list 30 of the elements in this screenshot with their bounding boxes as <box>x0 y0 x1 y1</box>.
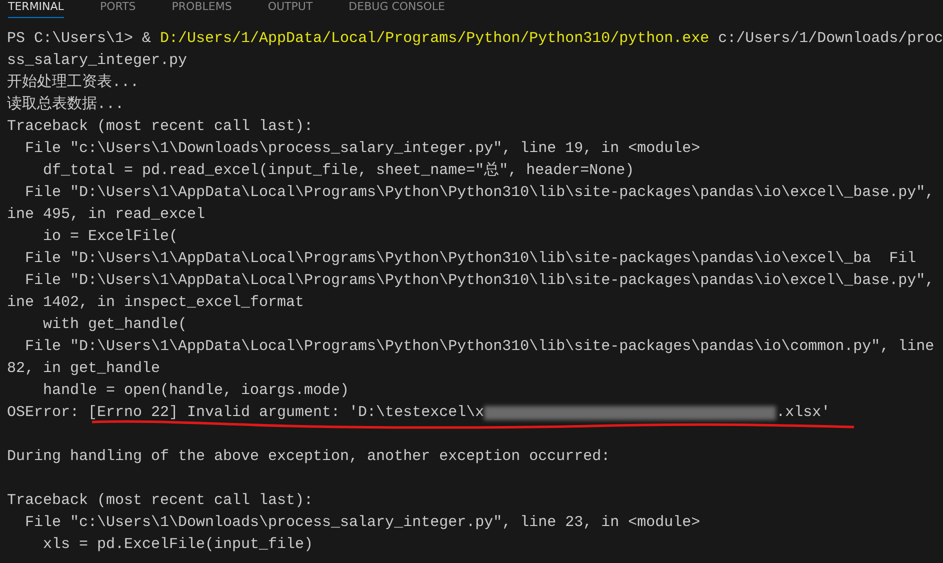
panel-tab[interactable]: TERMINAL <box>8 0 64 18</box>
terminal-line: 82, in get_handle <box>7 359 160 379</box>
terminal-line: File "D:\Users\1\AppData\Local\Programs\Python\Python310\lib\site-packages\pandas\io\excel\_ba Fil <box>24 249 916 269</box>
terminal-line: ss_salary_integer.py <box>7 51 188 71</box>
panel-tab[interactable]: PORTS <box>100 0 136 17</box>
terminal-line: 开始处理工资表... <box>7 72 140 93</box>
terminal-line: File "c:\Users\1\Downloads\process_salary_integer.py", line 19, in <module> <box>24 139 700 159</box>
terminal-line: io = ExcelFile( <box>42 227 178 247</box>
error-text: OSError: [Errno 22] Invalid argument: 'D:\testexcel\x <box>7 403 484 423</box>
terminal-prompt: PS C:\Users\1> & <box>7 29 152 49</box>
terminal-line: File "D:\Users\1\AppData\Local\Programs\Python\Python310\lib\site-packages\pandas\io\excel\_base.py", <box>24 271 934 291</box>
terminal-line: Traceback (most recent call last): <box>7 491 314 511</box>
terminal-line: Traceback (most recent call last): <box>7 117 314 137</box>
terminal-line: handle = open(handle, ioargs.mode) <box>42 381 350 401</box>
panel-tab[interactable]: DEBUG CONSOLE <box>348 0 445 17</box>
terminal-line: ine 1402, in inspect_excel_format <box>7 293 304 313</box>
terminal-line: File "c:\Users\1\Downloads\process_salary_integer.py", line 23, in <module> <box>24 513 700 533</box>
error-file-extension: .xlsx' <box>776 403 830 423</box>
panel-tab[interactable]: PROBLEMS <box>172 0 232 17</box>
terminal-line: During handling of the above exception, another exception occurred: <box>7 447 610 467</box>
command-arguments: c:/Users/1/Downloads/proc <box>717 29 943 49</box>
panel-tab[interactable]: OUTPUT <box>268 0 313 17</box>
terminal-line: File "D:\Users\1\AppData\Local\Programs\Python\Python310\lib\site-packages\pandas\io\common.py", line <box>24 337 934 357</box>
terminal-line: xls = pd.ExcelFile(input_file) <box>42 535 314 555</box>
terminal-line: df_total = pd.read_excel(input_file, sheet_name="总", header=None) <box>42 160 634 181</box>
terminal-line: ine 495, in read_excel <box>7 205 206 225</box>
terminal-line: 读取总表数据... <box>7 94 124 115</box>
executable-path: D:/Users/1/AppData/Local/Programs/Python/Python310/python.exe <box>160 29 710 49</box>
terminal-line: File "D:\Users\1\AppData\Local\Programs\Python\Python310\lib\site-packages\pandas\io\excel\_base.py", <box>24 183 934 203</box>
terminal-line: with get_handle( <box>42 315 188 335</box>
